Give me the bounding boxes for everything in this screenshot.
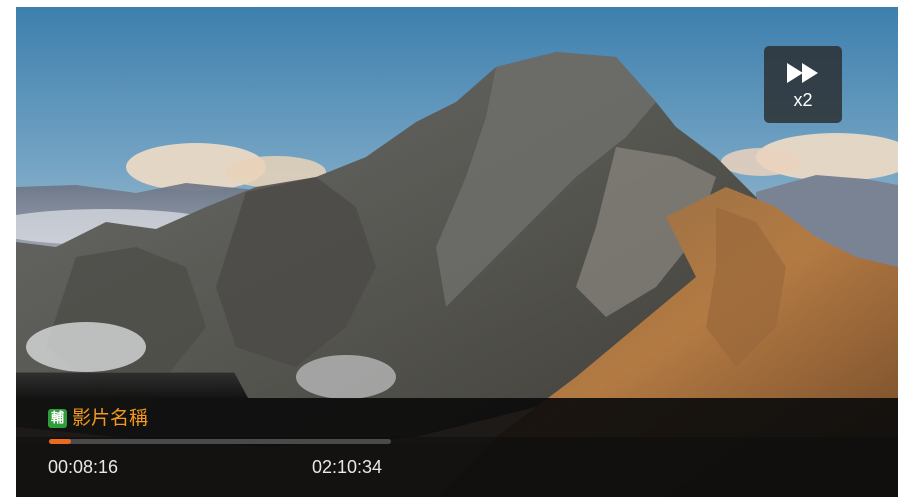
progress-bar[interactable] [49, 439, 391, 444]
playback-control-panel: 輔 影片名稱 00:08:16 02:10:34 [16, 398, 898, 497]
subtitle-badge-icon: 輔 [48, 408, 67, 428]
video-player[interactable]: x2 輔 影片名稱 00:08:16 02:10:34 [16, 7, 898, 497]
title-row: 輔 影片名稱 [48, 406, 148, 430]
current-time: 00:08:16 [48, 457, 119, 477]
playback-speed-label: x2 [793, 89, 813, 110]
fast-forward-icon [787, 62, 818, 83]
total-time: 02:10:34 [312, 457, 383, 477]
progress-fill [49, 439, 71, 444]
playback-speed-button[interactable]: x2 [764, 46, 842, 123]
control-panel-tab [16, 372, 248, 398]
movie-title: 影片名稱 [72, 407, 149, 429]
